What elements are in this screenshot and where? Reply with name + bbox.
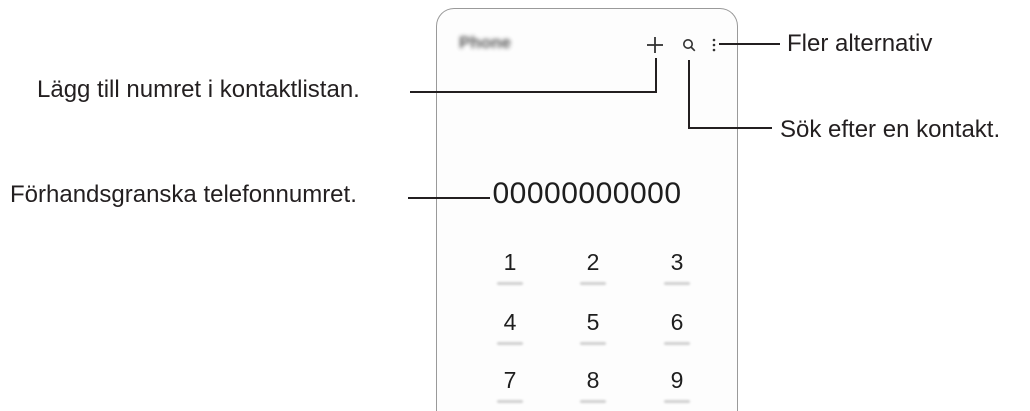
add-contact-button[interactable]: [643, 33, 667, 57]
key-sub-label: [497, 342, 523, 345]
key-6[interactable]: 6: [657, 309, 697, 345]
key-label: 7: [503, 367, 517, 393]
key-sub-label: [497, 400, 523, 403]
key-8[interactable]: 8: [573, 367, 613, 403]
more-options-icon: [712, 38, 716, 52]
callout-add-to-contacts: Lägg till numret i kontaktlistan.: [37, 76, 360, 103]
plus-icon: [647, 37, 663, 53]
key-1[interactable]: 1: [490, 249, 530, 285]
key-label: 9: [670, 367, 684, 393]
key-label: 8: [586, 367, 600, 393]
key-sub-label: [580, 400, 606, 403]
key-5[interactable]: 5: [573, 309, 613, 345]
key-sub-label: [664, 400, 690, 403]
key-label: 4: [503, 309, 517, 335]
key-sub-label: [664, 282, 690, 285]
key-label: 1: [503, 249, 517, 275]
app-title: Phone: [459, 33, 511, 52]
key-label: 6: [670, 309, 684, 335]
key-sub-label: [580, 282, 606, 285]
key-sub-label: [580, 342, 606, 345]
key-9[interactable]: 9: [657, 367, 697, 403]
callout-preview-number: Förhandsgranska telefonnumret.: [10, 181, 357, 208]
key-4[interactable]: 4: [490, 309, 530, 345]
more-options-button[interactable]: [707, 33, 721, 57]
instruction-figure: Phone 00000000000 1 2 3 4 5 6 7 8 9 Fler…: [0, 0, 1030, 411]
key-label: 5: [586, 309, 600, 335]
key-sub-label: [664, 342, 690, 345]
phone-screen: Phone 00000000000 1 2 3 4 5 6 7 8 9: [436, 8, 738, 411]
callout-search-contact: Sök efter en kontakt.: [780, 116, 1001, 143]
key-3[interactable]: 3: [657, 249, 697, 285]
key-7[interactable]: 7: [490, 367, 530, 403]
key-2[interactable]: 2: [573, 249, 613, 285]
search-button[interactable]: [678, 33, 700, 57]
number-preview: 00000000000: [492, 177, 682, 210]
key-label: 2: [586, 249, 600, 275]
key-sub-label: [497, 282, 523, 285]
callout-more-options: Fler alternativ: [787, 30, 933, 57]
search-icon: [683, 39, 696, 52]
key-label: 3: [670, 249, 684, 275]
